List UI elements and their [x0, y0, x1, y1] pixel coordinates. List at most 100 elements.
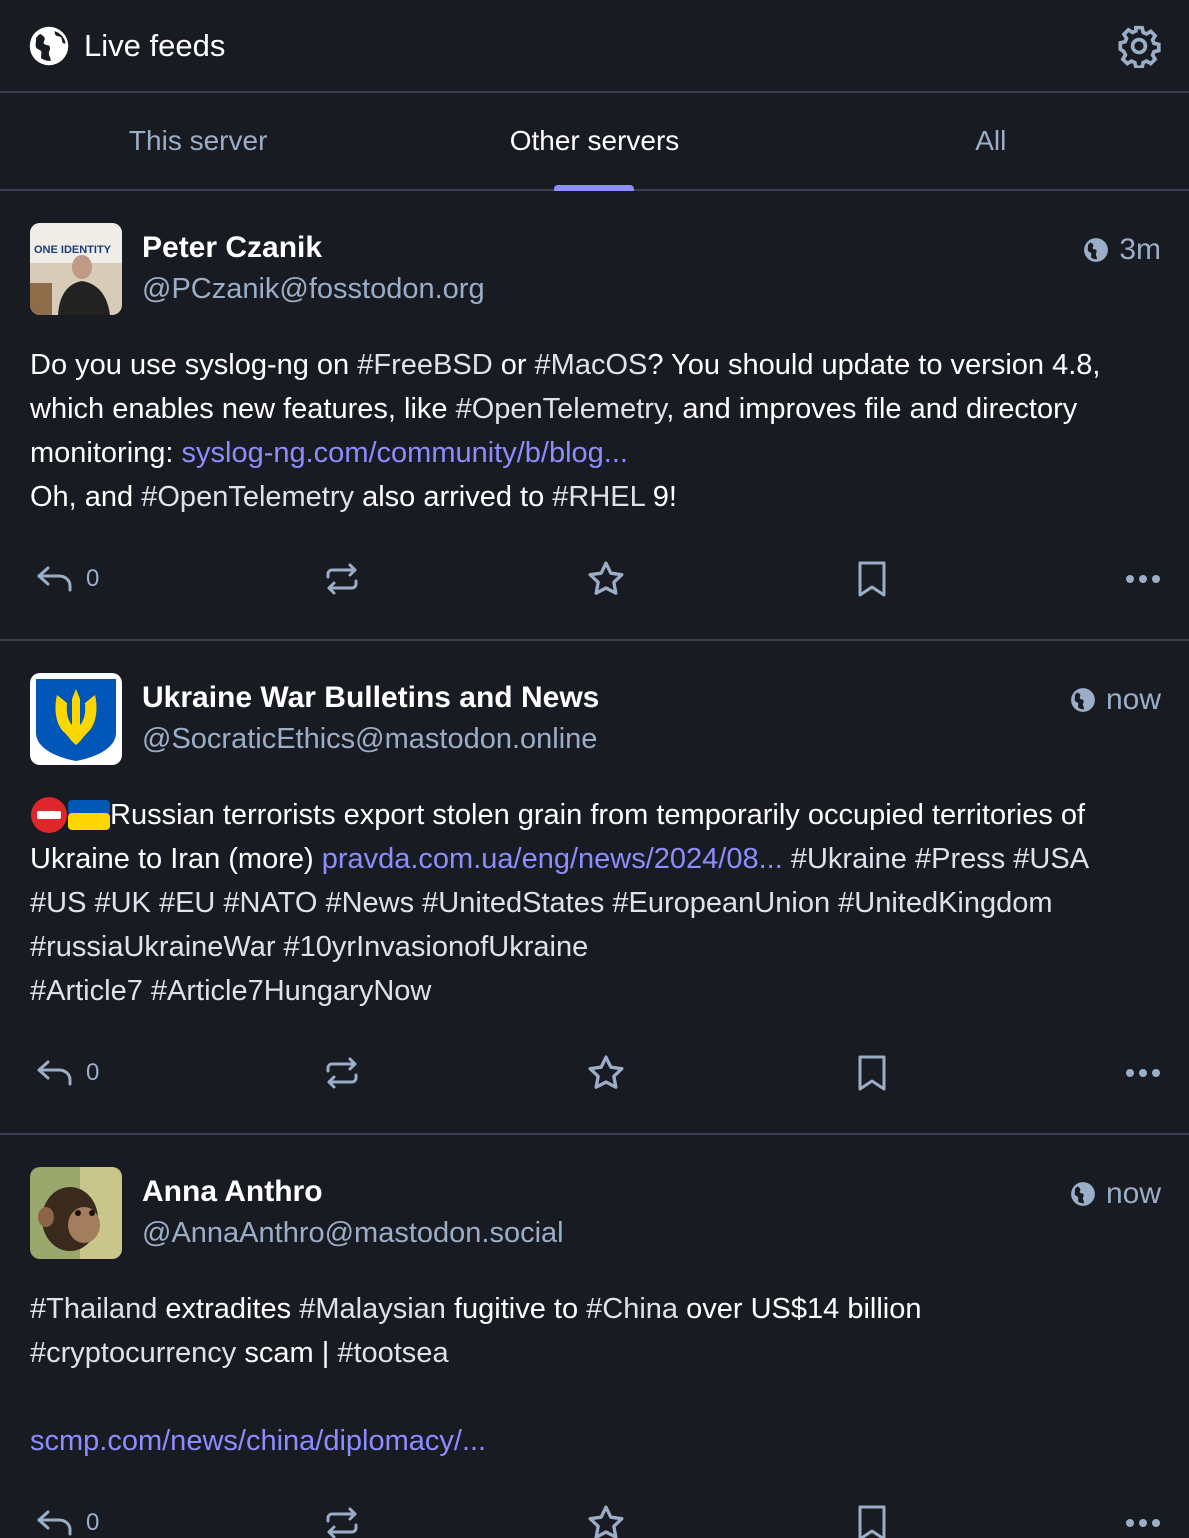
tab-this-server[interactable]: This server — [0, 93, 396, 189]
text: Oh, and — [30, 481, 142, 513]
reply-button[interactable]: 0 — [36, 1058, 99, 1088]
post-meta[interactable]: 3m — [1083, 233, 1161, 267]
text: scam | — [236, 1337, 338, 1369]
reply-button[interactable]: 0 — [36, 564, 99, 594]
post-content: Russian terrorists export stolen grain f… — [30, 793, 1161, 1013]
hashtag-links[interactable]: #russiaUkraineWar #10yrInvasionofUkraine — [30, 925, 1161, 969]
text: over US$14 billion — [678, 1293, 922, 1325]
more-button[interactable] — [1125, 1518, 1161, 1528]
favourite-button[interactable] — [586, 1053, 626, 1093]
text: Do you use syslog-ng on — [30, 349, 358, 381]
post-meta[interactable]: now — [1070, 1177, 1161, 1211]
reply-icon — [37, 566, 72, 592]
status-post[interactable]: Ukraine War Bulletins and News @Socratic… — [0, 641, 1189, 1135]
star-icon — [588, 1055, 624, 1089]
tab-all[interactable]: All — [793, 93, 1189, 189]
hashtag-links[interactable]: #Article7 #Article7HungaryNow — [30, 969, 1161, 1013]
column-header: Live feeds — [0, 0, 1189, 93]
reply-icon — [37, 1510, 72, 1536]
hashtag-link[interactable]: #MacOS — [535, 349, 648, 381]
relative-time: 3m — [1119, 233, 1161, 266]
relative-time: now — [1105, 683, 1161, 716]
avatar[interactable] — [30, 1167, 122, 1259]
hashtag-link[interactable]: #tootsea — [337, 1337, 448, 1369]
text: or — [492, 349, 535, 381]
reply-icon — [37, 1060, 72, 1086]
text: 9! — [644, 481, 677, 513]
display-name[interactable]: Anna Anthro — [142, 1175, 564, 1209]
text: ? You should update to version 4.8, — [647, 349, 1101, 381]
hashtag-links[interactable]: #Ukraine #Press #USA — [783, 843, 1089, 875]
bookmark-button[interactable] — [856, 1054, 888, 1092]
hashtag-link[interactable]: #RHEL — [552, 481, 644, 513]
bookmark-button[interactable] — [856, 560, 888, 598]
boost-icon — [326, 1057, 358, 1089]
post-content: Do you use syslog-ng on #FreeBSD or #Mac… — [30, 343, 1161, 519]
boost-icon — [326, 1507, 358, 1538]
text: monitoring: — [30, 437, 182, 469]
post-actions: 0 — [30, 1463, 1161, 1538]
ellipsis-icon — [1126, 575, 1160, 583]
display-name[interactable]: Ukraine War Bulletins and News — [142, 681, 599, 715]
account-handle[interactable]: @PCzanik@fosstodon.org — [142, 273, 485, 306]
boost-icon — [326, 563, 358, 595]
more-button[interactable] — [1125, 1068, 1161, 1078]
column-title: Live feeds — [84, 27, 226, 63]
hashtag-link[interactable]: #FreeBSD — [357, 349, 492, 381]
post-header: Ukraine War Bulletins and News @Socratic… — [30, 673, 1161, 767]
ukraine-flag-emoji-icon — [68, 800, 110, 830]
hashtag-link[interactable]: #Malaysian — [299, 1293, 446, 1325]
external-link[interactable]: syslog-ng.com/community/b/blog... — [182, 437, 628, 469]
hashtag-link[interactable]: #OpenTelemetry — [456, 393, 667, 425]
ellipsis-icon — [1126, 1519, 1160, 1527]
display-name[interactable]: Peter Czanik — [142, 231, 485, 265]
post-actions: 0 — [30, 519, 1161, 639]
boost-button[interactable] — [324, 561, 360, 597]
hashtag-links[interactable]: #US #UK #EU #NATO #News #UnitedStates #E… — [30, 881, 1161, 925]
status-post[interactable]: Anna Anthro @AnnaAnthro@mastodon.social … — [0, 1135, 1189, 1538]
hashtag-link[interactable]: #Thailand — [30, 1293, 157, 1325]
favourite-button[interactable] — [586, 1503, 626, 1538]
star-icon — [588, 1505, 624, 1538]
relative-time: now — [1105, 1177, 1161, 1210]
bookmark-icon — [858, 1055, 886, 1091]
no-entry-emoji-icon — [31, 797, 67, 833]
external-link[interactable]: scmp.com/news/china/diplomacy/... — [30, 1425, 486, 1457]
boost-button[interactable] — [324, 1505, 360, 1538]
post-meta[interactable]: now — [1070, 683, 1161, 717]
bookmark-button[interactable] — [856, 1504, 888, 1538]
bookmark-icon — [858, 1505, 886, 1538]
public-visibility-icon — [1071, 688, 1095, 712]
text: Ukraine to Iran (more) — [30, 843, 322, 875]
text: also arrived to — [354, 481, 553, 513]
external-link[interactable]: pravda.com.ua/eng/news/2024/08... — [322, 843, 783, 875]
account-handle[interactable]: @SocraticEthics@mastodon.online — [142, 723, 599, 756]
avatar-logo-text: ONE IDENTITY — [34, 244, 112, 256]
reply-button[interactable]: 0 — [36, 1508, 99, 1538]
reply-count: 0 — [86, 1059, 100, 1086]
account-handle[interactable]: @AnnaAnthro@mastodon.social — [142, 1217, 564, 1250]
post-content: #Thailand extradites #Malaysian fugitive… — [30, 1287, 1161, 1463]
tab-other-servers[interactable]: Other servers — [396, 93, 792, 189]
gear-icon[interactable] — [1117, 24, 1161, 68]
hashtag-link[interactable]: #China — [586, 1293, 678, 1325]
favourite-button[interactable] — [586, 559, 626, 599]
text: fugitive to — [445, 1293, 587, 1325]
hashtag-link[interactable]: #OpenTelemetry — [141, 481, 354, 513]
text: which enables new features, like — [30, 393, 456, 425]
boost-button[interactable] — [324, 1055, 360, 1091]
column-title-group[interactable]: Live feeds — [28, 25, 225, 67]
avatar[interactable]: ONE IDENTITY — [30, 223, 122, 315]
status-post[interactable]: ONE IDENTITY Peter Czanik @PCzanik@fosst… — [0, 191, 1189, 641]
more-button[interactable] — [1125, 574, 1161, 584]
globe-icon — [29, 26, 69, 65]
public-visibility-icon — [1084, 238, 1109, 262]
avatar[interactable] — [30, 673, 122, 765]
public-visibility-icon — [1071, 1182, 1095, 1206]
reply-count: 0 — [86, 565, 100, 592]
star-icon — [588, 561, 624, 595]
post-header: ONE IDENTITY Peter Czanik @PCzanik@fosst… — [30, 223, 1161, 317]
hashtag-link[interactable]: #cryptocurrency — [30, 1337, 236, 1369]
bookmark-icon — [858, 561, 886, 597]
